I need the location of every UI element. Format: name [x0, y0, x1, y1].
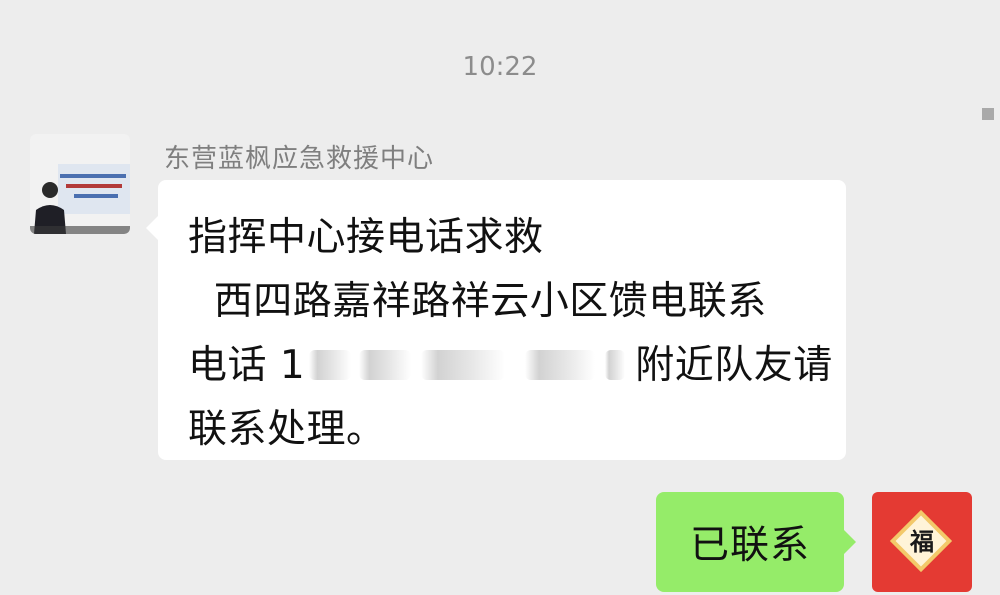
incoming-message-bubble[interactable]: 指挥中心接电话求救 西四路嘉祥路祥云小区馈电联系 电话 1 附近队友请 联系处理。	[146, 180, 846, 460]
sender-avatar[interactable]	[30, 134, 130, 234]
outgoing-message-bubble[interactable]: 已联系	[656, 492, 856, 592]
redacted-phone-segment	[309, 349, 352, 380]
redacted-phone-segment	[421, 349, 506, 380]
message-timestamp: 10:22	[462, 52, 538, 82]
phone-prefix: 电话 1	[188, 343, 306, 388]
message-line: 西四路嘉祥路祥云小区馈电联系	[188, 279, 767, 324]
chat-screen: 10:22 东营蓝枫应急救援中心 指挥中心接电话求救 西四路嘉祥路祥云小区馈电联…	[0, 0, 1000, 595]
message-line: 电话 1 附近队友请	[188, 334, 832, 398]
redacted-phone-segment	[359, 349, 412, 380]
fu-character: 福	[910, 527, 934, 556]
redacted-phone-segment	[605, 349, 626, 380]
my-avatar[interactable]: 福	[872, 492, 972, 592]
message-line: 联系处理。	[188, 407, 386, 452]
outgoing-message-text: 已联系	[689, 523, 810, 568]
redacted-phone-segment	[525, 349, 596, 380]
scroll-indicator	[982, 108, 994, 120]
sender-name: 东营蓝枫应急救援中心	[164, 144, 435, 174]
phone-suffix: 附近队友请	[635, 343, 833, 388]
message-line: 指挥中心接电话求救	[188, 215, 544, 260]
person-banner-avatar-icon	[30, 134, 130, 234]
